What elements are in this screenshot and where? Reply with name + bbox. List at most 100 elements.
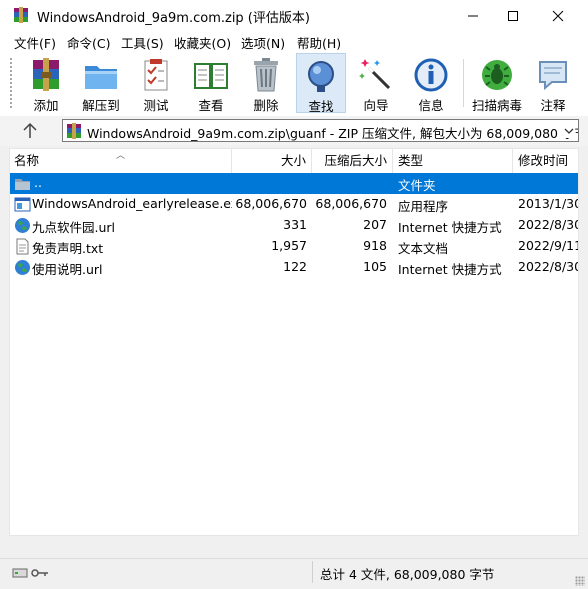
row-name: WindowsAndroid_earlyrelease.exe — [32, 196, 232, 211]
path-dropdown-button[interactable] — [563, 124, 575, 138]
view-book-icon — [194, 63, 228, 89]
menu-favorites[interactable]: 收藏夹(O) — [174, 33, 231, 52]
column-header-modified[interactable]: 修改时间 — [513, 149, 578, 173]
delete-button-label: 删除 — [253, 98, 279, 113]
add-archive-icon — [33, 58, 59, 91]
close-icon — [552, 10, 563, 21]
globe-url-icon — [15, 260, 30, 275]
menu-help[interactable]: 帮助(H) — [297, 33, 341, 52]
row-packed-size: 105 — [363, 259, 387, 274]
up-folder-arrow-icon[interactable] — [20, 122, 40, 140]
winrar-window: WindowsAndroid_9a9m.com.zip (评估版本) 文件(F)… — [0, 0, 588, 589]
row-packed-size: 918 — [363, 238, 387, 253]
comment-button-label: 注释 — [540, 98, 566, 113]
maximize-button[interactable] — [490, 0, 535, 31]
maximize-icon — [507, 10, 518, 21]
minimize-icon — [467, 15, 478, 16]
column-header-type[interactable]: 类型 — [393, 149, 513, 173]
resize-grip[interactable] — [575, 576, 585, 586]
row-size: 122 — [283, 259, 307, 274]
row-type: 文件夹 — [398, 178, 436, 193]
table-row[interactable]: .. 文件夹 — [10, 173, 578, 194]
view-button[interactable]: 查看 — [186, 53, 236, 113]
row-packed-size: 68,006,670 — [315, 196, 387, 211]
table-row[interactable]: 免责声明.txt 1,957 918 文本文档 2022/9/11 — [10, 236, 579, 257]
chevron-down-icon — [564, 128, 574, 134]
path-field[interactable]: WindowsAndroid_9a9m.com.zip\guanf - ZIP … — [62, 119, 579, 142]
menu-bar: 文件(F) 命令(C) 工具(S) 收藏夹(O) 选项(N) 帮助(H) — [0, 31, 588, 51]
winrar-app-icon — [14, 7, 28, 23]
wizard-wand-icon — [359, 59, 391, 90]
row-name: 使用说明.url — [32, 262, 103, 277]
test-button-label: 测试 — [143, 98, 169, 113]
column-header-size[interactable]: 大小 — [232, 149, 312, 173]
info-icon — [414, 58, 448, 92]
column-header-name[interactable]: ︿ 名称 — [10, 149, 232, 173]
info-button[interactable]: 信息 — [406, 53, 456, 113]
wizard-button[interactable]: 向导 — [351, 53, 401, 113]
row-modified: 2022/8/30 — [518, 217, 579, 232]
add-button[interactable]: 添加 — [21, 53, 71, 113]
table-row[interactable]: 使用说明.url 122 105 Internet 快捷方式 2022/8/30 — [10, 257, 579, 278]
comment-icon — [539, 61, 567, 91]
trash-can-icon — [254, 58, 278, 92]
address-bar: WindowsAndroid_9a9m.com.zip\guanf - ZIP … — [0, 116, 588, 146]
sort-ascending-icon: ︿ — [116, 151, 126, 161]
toolbar-grip[interactable] — [9, 57, 14, 109]
row-packed-size: 207 — [363, 217, 387, 232]
row-size: 1,957 — [271, 238, 307, 253]
test-button[interactable]: 测试 — [131, 53, 181, 113]
virus-scan-button[interactable]: 扫描病毒 — [472, 53, 522, 113]
toolbar: 添加 解压到 测试 查看 删除 查找 向导 信息 扫描病毒 注释 — [0, 51, 588, 117]
row-name: .. — [34, 175, 42, 190]
virus-scan-button-label: 扫描病毒 — [471, 98, 522, 113]
exe-file-icon — [14, 197, 31, 212]
table-row[interactable]: 九点软件园.url 331 207 Internet 快捷方式 2022/8/3… — [10, 215, 579, 236]
row-modified: 2022/9/11 — [518, 238, 579, 253]
delete-button[interactable]: 删除 — [241, 53, 291, 113]
text-file-icon — [16, 238, 29, 255]
extract-to-button[interactable]: 解压到 — [76, 53, 126, 113]
row-size: 68,006,670 — [235, 196, 307, 211]
menu-options[interactable]: 选项(N) — [241, 33, 285, 52]
magnifier-icon — [308, 61, 334, 92]
status-summary: 总计 4 文件, 68,009,080 字节 — [320, 567, 495, 582]
row-type: 应用程序 — [398, 199, 449, 214]
menu-tools[interactable]: 工具(S) — [121, 33, 164, 52]
extract-to-button-label: 解压到 — [82, 98, 120, 113]
row-size: 331 — [283, 217, 307, 232]
view-button-label: 查看 — [198, 98, 224, 113]
virus-scan-bug-icon — [482, 60, 512, 90]
globe-url-icon — [15, 218, 30, 233]
row-type: 文本文档 — [398, 241, 449, 256]
minimize-button[interactable] — [450, 0, 495, 31]
menu-file[interactable]: 文件(F) — [14, 33, 56, 52]
row-modified: 2013/1/30 — [518, 196, 579, 211]
row-type: Internet 快捷方式 — [398, 262, 502, 277]
status-bar: 总计 4 文件, 68,009,080 字节 — [0, 558, 588, 589]
find-button-label: 查找 — [308, 99, 334, 114]
drive-key-icon[interactable] — [12, 565, 52, 581]
window-title: WindowsAndroid_9a9m.com.zip (评估版本) — [37, 11, 310, 26]
archive-path-icon — [67, 123, 81, 139]
folder-up-icon — [15, 179, 30, 190]
info-button-label: 信息 — [418, 98, 444, 113]
toolbar-separator — [463, 59, 464, 107]
test-checklist-icon — [144, 59, 168, 91]
file-list[interactable]: ︿ 名称 大小 压缩后大小 类型 修改时间 .. 文件夹 WindowsAndr… — [9, 148, 579, 536]
add-button-label: 添加 — [33, 98, 59, 113]
wizard-button-label: 向导 — [363, 98, 389, 113]
title-bar[interactable]: WindowsAndroid_9a9m.com.zip (评估版本) — [0, 0, 588, 31]
close-button[interactable] — [535, 0, 580, 31]
row-type: Internet 快捷方式 — [398, 220, 502, 235]
find-button[interactable]: 查找 — [296, 53, 346, 114]
status-separator — [312, 561, 313, 583]
row-name: 免责声明.txt — [32, 241, 104, 256]
row-modified: 2022/8/30 — [518, 259, 579, 274]
comment-button[interactable]: 注释 — [528, 53, 578, 113]
column-header-packed-size[interactable]: 压缩后大小 — [312, 149, 393, 173]
table-row[interactable]: WindowsAndroid_earlyrelease.exe 68,006,6… — [10, 194, 579, 215]
menu-command[interactable]: 命令(C) — [67, 33, 110, 52]
row-name: 九点软件园.url — [32, 220, 116, 235]
extract-to-folder-icon — [85, 66, 117, 89]
